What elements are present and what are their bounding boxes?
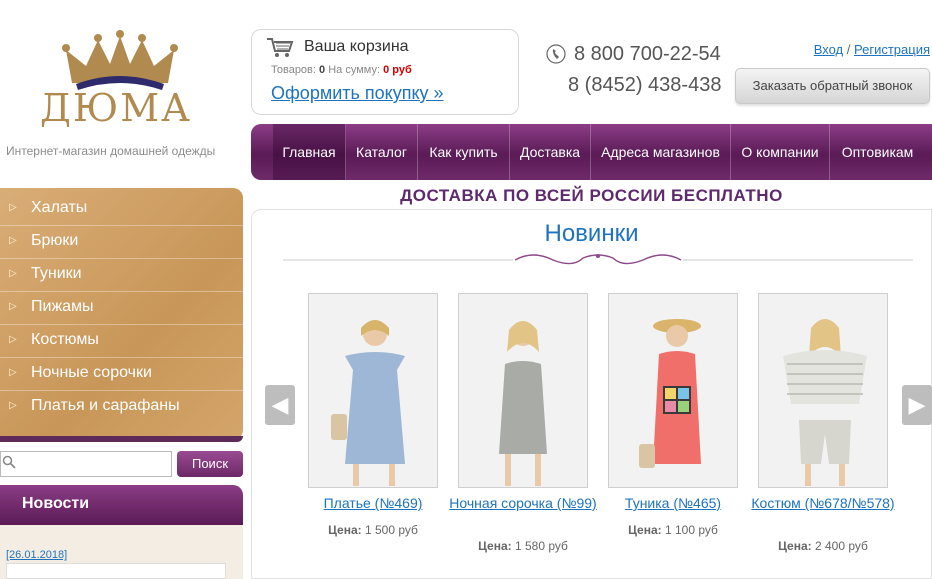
main-nav: Главная Каталог Как купить Доставка Адре… bbox=[251, 124, 932, 180]
search-button[interactable]: Поиск bbox=[177, 451, 243, 477]
product-photo[interactable] bbox=[458, 293, 588, 488]
nav-item-about[interactable]: О компании bbox=[731, 124, 830, 180]
triangle-right-icon: ▷ bbox=[9, 334, 17, 345]
menu-item-tunics[interactable]: ▷ Туники bbox=[0, 259, 243, 292]
menu-item-label: Брюки bbox=[31, 232, 79, 249]
menu-item-nightgowns[interactable]: ▷ Ночные сорочки bbox=[0, 358, 243, 391]
product-photo[interactable] bbox=[608, 293, 738, 488]
cart-title: Ваша корзина bbox=[304, 38, 409, 55]
product-name[interactable]: Платье (№469) bbox=[293, 495, 453, 512]
search-icon bbox=[2, 455, 16, 469]
menu-item-label: Костюмы bbox=[31, 331, 99, 348]
register-link[interactable]: Регистрация bbox=[854, 42, 930, 57]
arrow-right-icon[interactable]: ▶ bbox=[902, 385, 932, 425]
cart-sum-label: На сумму: bbox=[328, 64, 381, 76]
nav-item-home[interactable]: Главная bbox=[273, 124, 346, 180]
price-value: 2 400 руб bbox=[814, 539, 868, 553]
product-photo[interactable] bbox=[308, 293, 438, 488]
section-title: Новинки bbox=[544, 220, 639, 247]
nav-item-catalog[interactable]: Каталог bbox=[346, 124, 418, 180]
cart-sum-value: 0 руб bbox=[383, 64, 412, 76]
menu-bottom-border bbox=[0, 436, 243, 442]
delivery-banner: ДОСТАВКА ПО ВСЕЙ РОССИИ БЕСПЛАТНО bbox=[400, 186, 783, 205]
phone-number-2: 8 (8452) 438-438 bbox=[568, 74, 722, 96]
price-value: 1 100 руб bbox=[664, 523, 718, 537]
nav-item-wholesale[interactable]: Оптовикам bbox=[830, 124, 925, 180]
cart-icon[interactable] bbox=[266, 37, 294, 59]
product-photo[interactable] bbox=[758, 293, 888, 488]
product-price: Цена: 1 500 руб bbox=[293, 523, 453, 537]
arrow-left-icon[interactable]: ◀ bbox=[265, 385, 295, 425]
menu-item-label: Ночные сорочки bbox=[31, 364, 152, 381]
cart-items-label: Товаров: bbox=[271, 64, 316, 76]
cart-summary: Товаров: 0 На сумму: 0 руб bbox=[271, 64, 412, 76]
menu-item-label: Платья и сарафаны bbox=[31, 397, 180, 414]
price-value: 1 580 руб bbox=[514, 539, 568, 553]
triangle-right-icon: ▷ bbox=[9, 235, 17, 246]
product-name[interactable]: Туника (№465) bbox=[593, 495, 753, 512]
news-date[interactable]: [26.01.2018] bbox=[6, 549, 67, 561]
menu-item-label: Туники bbox=[31, 265, 82, 282]
price-label: Цена: bbox=[628, 523, 662, 537]
menu-item-pants[interactable]: ▷ Брюки bbox=[0, 226, 243, 259]
price-label: Цена: bbox=[778, 539, 812, 553]
login-link[interactable]: Вход bbox=[814, 42, 843, 57]
menu-item-robes[interactable]: ▷ Халаты bbox=[0, 193, 243, 226]
menu-item-suits[interactable]: ▷ Костюмы bbox=[0, 325, 243, 358]
product-photo-image bbox=[459, 294, 587, 487]
price-label: Цена: bbox=[328, 523, 362, 537]
triangle-right-icon: ▷ bbox=[9, 301, 17, 312]
triangle-right-icon: ▷ bbox=[9, 367, 17, 378]
menu-item-dresses[interactable]: ▷ Платья и сарафаны bbox=[0, 391, 243, 424]
nav-item-delivery[interactable]: Доставка bbox=[510, 124, 591, 180]
product-photo-image bbox=[309, 294, 437, 487]
news-header: Новости bbox=[0, 485, 243, 525]
callback-button[interactable]: Заказать обратный звонок bbox=[735, 68, 930, 104]
news-title: Новости bbox=[22, 495, 90, 512]
logo-text[interactable]: ДЮМА bbox=[40, 86, 192, 130]
product-photo-image bbox=[759, 294, 887, 487]
phone-number-1: 8 800 700-22-54 bbox=[574, 43, 721, 65]
auth-separator: / bbox=[843, 42, 854, 57]
price-value: 1 500 руб bbox=[364, 523, 418, 537]
checkout-link[interactable]: Оформить покупку » bbox=[271, 83, 444, 104]
product-name[interactable]: Ночная сорочка (№99) bbox=[443, 495, 603, 512]
menu-item-label: Пижамы bbox=[31, 298, 94, 315]
product-price: Цена: 1 100 руб bbox=[593, 523, 753, 537]
product-name[interactable]: Костюм (№678/№578) bbox=[743, 495, 903, 512]
menu-item-pajamas[interactable]: ▷ Пижамы bbox=[0, 292, 243, 325]
triangle-right-icon: ▷ bbox=[9, 400, 17, 411]
triangle-right-icon: ▷ bbox=[9, 202, 17, 213]
price-label: Цена: bbox=[478, 539, 512, 553]
news-thumbnail[interactable] bbox=[6, 563, 226, 579]
nav-item-how-to-buy[interactable]: Как купить bbox=[418, 124, 510, 180]
triangle-right-icon: ▷ bbox=[9, 268, 17, 279]
phone-icon bbox=[546, 44, 566, 64]
tagline: Интернет-магазин домашней одежды bbox=[6, 144, 216, 158]
product-price: Цена: 2 400 руб bbox=[743, 539, 903, 553]
search-input[interactable] bbox=[0, 451, 172, 477]
nav-item-stores[interactable]: Адреса магазинов bbox=[591, 124, 731, 180]
ornament-divider bbox=[283, 254, 913, 265]
cart-box: Ваша корзина Товаров: 0 На сумму: 0 руб … bbox=[251, 29, 519, 115]
menu-item-label: Халаты bbox=[31, 199, 88, 216]
cart-items-count: 0 bbox=[319, 64, 326, 76]
auth-links: Вход / Регистрация bbox=[760, 42, 930, 57]
category-menu: ▷ Халаты ▷ Брюки ▷ Туники ▷ Пижамы ▷ Костюмы … bbox=[0, 188, 243, 440]
product-price: Цена: 1 580 руб bbox=[443, 539, 603, 553]
product-photo-image bbox=[609, 294, 737, 487]
